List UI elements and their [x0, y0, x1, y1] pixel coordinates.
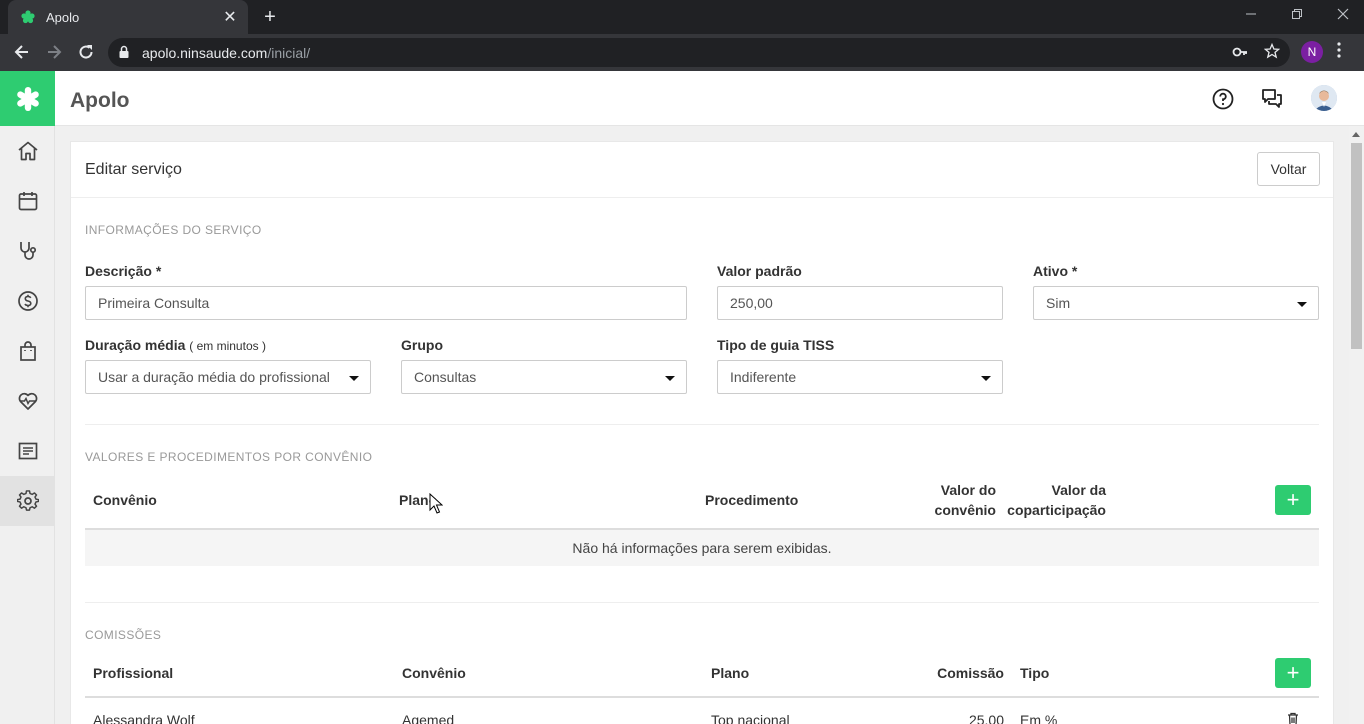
user-photo-icon	[1311, 85, 1337, 111]
duracao-hint: ( em minutos )	[189, 339, 266, 353]
add-comissao-button[interactable]: +	[1275, 658, 1311, 688]
duracao-label: Duração média ( em minutos )	[85, 337, 266, 353]
col-valor-coparticipacao: Valor da coparticipação	[1007, 482, 1106, 518]
chevron-down-icon	[1297, 302, 1307, 307]
app-header: Apolo	[55, 71, 1364, 126]
grupo-label: Grupo	[401, 337, 443, 353]
col-comissao-convenio: Convênio	[402, 665, 466, 681]
empty-message: Não há informações para serem exibidas.	[85, 530, 1319, 566]
gear-icon	[16, 490, 39, 511]
col-comissao: Comissão	[937, 665, 1004, 681]
valor-padrao-input[interactable]: 250,00	[717, 286, 1003, 320]
chevron-down-icon	[349, 376, 359, 381]
sidebar-item-clinical[interactable]	[0, 226, 55, 276]
app-title: Apolo	[70, 89, 130, 112]
minimize-icon[interactable]	[1245, 8, 1257, 20]
app-root: Apolo Editar serviço Voltar INFORMAÇÕES …	[0, 71, 1364, 724]
browser-toolbar: apolo.ninsaude.com/inicial/ N	[0, 34, 1364, 71]
section-divider	[85, 602, 1319, 603]
lock-icon	[119, 45, 129, 58]
duracao-select-value: Usar a duração média do profissional	[98, 369, 330, 385]
sidebar-item-reports[interactable]	[0, 426, 55, 476]
row-profissional: Alessandra Wolf	[93, 712, 195, 724]
sidebar	[0, 126, 55, 724]
reload-icon[interactable]	[76, 42, 96, 62]
browser-tab-title: Apolo	[46, 9, 80, 25]
duracao-select[interactable]: Usar a duração média do profissional	[85, 360, 371, 394]
add-convenio-button[interactable]: +	[1275, 485, 1311, 515]
edit-service-card: Editar serviço Voltar INFORMAÇÕES DO SER…	[70, 141, 1334, 724]
col-convenio: Convênio	[93, 492, 157, 508]
tiss-label: Tipo de guia TISS	[717, 337, 835, 353]
col-profissional: Profissional	[93, 665, 174, 681]
help-icon[interactable]	[1211, 87, 1235, 111]
sidebar-item-financial[interactable]	[0, 276, 55, 326]
forward-icon[interactable]	[44, 42, 64, 62]
url-text: apolo.ninsaude.com/inicial/	[142, 45, 311, 61]
heartbeat-icon	[18, 392, 37, 410]
scrollbar-thumb[interactable]	[1351, 143, 1362, 349]
card-divider	[71, 197, 1333, 198]
user-avatar[interactable]	[1311, 85, 1337, 111]
col-tipo: Tipo	[1020, 665, 1050, 681]
home-icon	[17, 141, 38, 161]
bag-icon	[19, 341, 36, 361]
row-plano: Top nacional	[711, 712, 790, 724]
profile-avatar[interactable]: N	[1301, 41, 1323, 63]
ativo-select[interactable]: Sim	[1033, 286, 1319, 320]
back-icon[interactable]	[12, 42, 32, 62]
logo-icon	[16, 86, 39, 111]
table-header-line	[85, 696, 1319, 698]
row-tipo: Em %	[1020, 712, 1058, 724]
scroll-up-icon[interactable]	[1352, 132, 1360, 137]
descricao-label: Descrição *	[85, 263, 162, 279]
col-comissao-plano: Plano	[711, 665, 750, 681]
section-divider	[85, 424, 1319, 425]
page-scrollbar[interactable]	[1349, 126, 1364, 724]
favicon-icon	[21, 10, 35, 24]
col-procedimento: Procedimento	[705, 492, 799, 508]
back-button[interactable]: Voltar	[1257, 152, 1320, 186]
sidebar-item-store[interactable]	[0, 326, 55, 376]
descricao-input[interactable]: Primeira Consulta	[85, 286, 687, 320]
browser-tabbar: Apolo ✕ +	[0, 0, 1364, 34]
dollar-icon	[17, 291, 38, 311]
chevron-down-icon	[981, 376, 991, 381]
section-comissoes: COMISSÕES	[85, 628, 162, 642]
calendar-icon	[18, 192, 37, 211]
browser-menu-icon[interactable]	[1336, 41, 1342, 59]
star-icon[interactable]	[1264, 43, 1280, 59]
col-valor-convenio: Valor do convênio	[934, 482, 996, 518]
tiss-select-value: Indiferente	[730, 369, 797, 385]
list-icon	[18, 442, 37, 460]
close-window-icon[interactable]	[1337, 8, 1349, 20]
page-title: Editar serviço	[85, 161, 182, 178]
section-convenio: VALORES E PROCEDIMENTOS POR CONVÊNIO	[85, 450, 373, 464]
ativo-select-value: Sim	[1046, 295, 1071, 311]
address-bar[interactable]: apolo.ninsaude.com/inicial/	[108, 38, 1290, 67]
grupo-select[interactable]: Consultas	[401, 360, 687, 394]
row-convenio: Agemed	[402, 712, 455, 724]
key-icon[interactable]	[1232, 44, 1248, 60]
close-tab-icon[interactable]: ✕	[222, 7, 238, 27]
new-tab-icon[interactable]: +	[260, 6, 280, 29]
app-logo[interactable]	[0, 71, 55, 126]
sidebar-item-home[interactable]	[0, 126, 55, 176]
ativo-label: Ativo *	[1033, 263, 1078, 279]
grupo-select-value: Consultas	[414, 369, 477, 385]
sidebar-item-settings[interactable]	[0, 476, 55, 526]
tiss-select[interactable]: Indiferente	[717, 360, 1003, 394]
sidebar-item-calendar[interactable]	[0, 176, 55, 226]
sidebar-item-health[interactable]	[0, 376, 55, 426]
chevron-down-icon	[665, 376, 675, 381]
stethoscope-icon	[19, 242, 36, 260]
browser-tab[interactable]: Apolo ✕	[8, 0, 248, 34]
valor-padrao-label: Valor padrão	[717, 263, 802, 279]
trash-icon[interactable]	[1287, 712, 1299, 724]
restore-icon[interactable]	[1291, 8, 1303, 20]
section-service-info: INFORMAÇÕES DO SERVIÇO	[85, 223, 262, 237]
row-comissao: 25,00	[968, 712, 1004, 724]
chat-icon[interactable]	[1260, 87, 1284, 111]
mouse-cursor-icon	[429, 493, 443, 514]
